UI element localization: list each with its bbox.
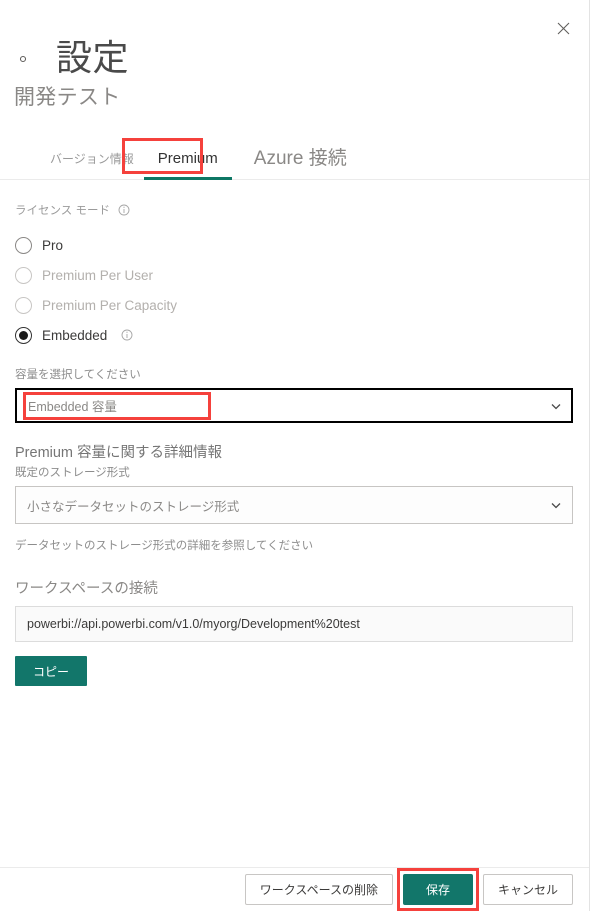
- settings-dialog: 設定 開発テスト バージョン情報 Premium Azure 接続 ライセンス …: [0, 0, 590, 911]
- capacity-select[interactable]: Embedded 容量: [15, 388, 573, 423]
- close-icon[interactable]: [547, 12, 579, 44]
- radio-option-premium-per-capacity[interactable]: Premium Per Capacity: [15, 290, 573, 320]
- premium-details-heading: Premium 容量に関する詳細情報: [15, 445, 223, 461]
- radio-indicator: [15, 296, 32, 314]
- radio-indicator: [15, 266, 32, 284]
- tab-bar: バージョン情報 Premium Azure 接続: [0, 134, 589, 180]
- radio-option-pro[interactable]: Pro: [15, 230, 573, 260]
- gear-icon: [14, 50, 32, 68]
- storage-format-select[interactable]: 小さなデータセットのストレージ形式: [15, 486, 573, 524]
- radio-indicator: [15, 326, 32, 344]
- cancel-button[interactable]: キャンセル: [482, 874, 573, 905]
- radio-label: Premium Per Capacity: [42, 297, 178, 313]
- radio-label: Premium Per User: [42, 267, 154, 283]
- dialog-header: 設定 開発テスト: [0, 0, 589, 112]
- capacity-select-label: 容量を選択してください: [15, 369, 141, 381]
- radio-label: Embedded: [42, 327, 108, 343]
- storage-select-wrap: 小さなデータセットのストレージ形式: [15, 486, 573, 524]
- copy-button[interactable]: コピー: [15, 656, 88, 686]
- workspace-connection-url: powerbi://api.powerbi.com/v1.0/myorg/Dev…: [27, 617, 360, 631]
- workspace-name: 開発テスト: [14, 86, 121, 109]
- storage-format-value: 小さなデータセットのストレージ形式: [27, 499, 240, 514]
- storage-format-help-link[interactable]: データセットのストレージ形式の詳細を参照してください: [15, 537, 573, 553]
- capacity-select-wrap: Embedded 容量: [15, 388, 573, 423]
- title-row: 設定: [14, 36, 589, 80]
- tab-about[interactable]: バージョン情報: [40, 150, 144, 179]
- tab-azure-connection[interactable]: Azure 接続: [232, 143, 357, 179]
- license-mode-label-row: ライセンス モード: [15, 202, 573, 218]
- radio-label: Pro: [42, 237, 64, 253]
- dialog-footer: ワークスペースの削除 保存 キャンセル: [0, 867, 589, 911]
- premium-panel: ライセンス モード Pro Premium Per User Premium P…: [0, 180, 589, 686]
- save-button-wrap: 保存: [396, 868, 479, 911]
- info-icon[interactable]: [118, 204, 130, 216]
- tab-premium[interactable]: Premium: [143, 150, 232, 180]
- storage-format-label: 既定のストレージ形式: [15, 467, 130, 479]
- info-icon[interactable]: [121, 329, 133, 341]
- radio-option-embedded[interactable]: Embedded: [15, 320, 573, 350]
- workspace-connection-heading: ワークスペースの接続: [15, 581, 158, 597]
- capacity-select-placeholder: Embedded 容量: [28, 400, 117, 414]
- page-title: 設定: [56, 37, 130, 78]
- radio-option-premium-per-user[interactable]: Premium Per User: [15, 260, 573, 290]
- license-mode-label: ライセンス モード: [15, 205, 110, 217]
- radio-indicator: [15, 236, 32, 254]
- workspace-connection-value[interactable]: powerbi://api.powerbi.com/v1.0/myorg/Dev…: [15, 606, 573, 642]
- delete-workspace-button[interactable]: ワークスペースの削除: [244, 874, 393, 905]
- save-button[interactable]: 保存: [402, 874, 473, 905]
